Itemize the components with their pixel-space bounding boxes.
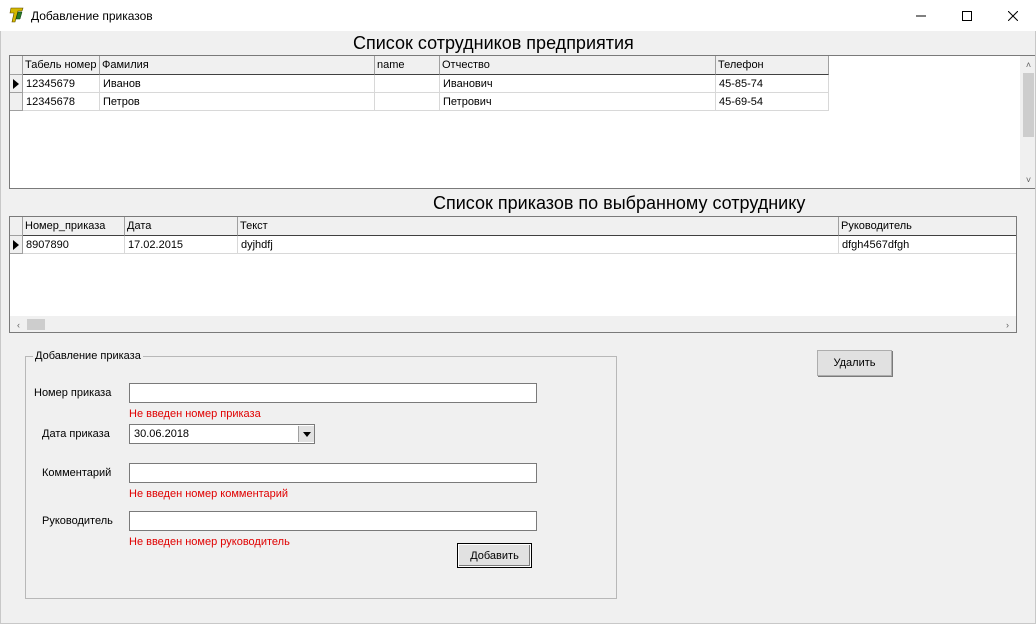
- manager-label: Руководитель: [42, 515, 113, 527]
- table-row[interactable]: 8907890 17.02.2015 dyjhdfj dfgh4567dfgh: [10, 236, 1016, 254]
- add-button[interactable]: Добавить: [457, 543, 532, 568]
- scroll-down-icon[interactable]: ˅: [1020, 171, 1035, 188]
- order-number-label: Номер приказа: [34, 387, 112, 399]
- row-indicator: [10, 236, 23, 254]
- app-icon: [9, 7, 25, 23]
- scroll-thumb[interactable]: [27, 319, 45, 330]
- table-cell[interactable]: dfgh4567dfgh: [839, 236, 1016, 254]
- title-bar: [0, 0, 1036, 31]
- employees-vertical-scrollbar[interactable]: ˄ ˅: [1020, 56, 1035, 188]
- column-header[interactable]: Фамилия: [100, 56, 375, 75]
- table-cell[interactable]: Петров: [100, 93, 375, 111]
- date-dropdown-button[interactable]: [298, 426, 314, 442]
- column-header[interactable]: Дата: [125, 217, 238, 236]
- current-row-icon: [13, 78, 19, 89]
- table-cell[interactable]: 17.02.2015: [125, 236, 238, 254]
- column-header[interactable]: Текст: [238, 217, 839, 236]
- table-cell[interactable]: dyjhdfj: [238, 236, 839, 254]
- current-row-icon: [13, 239, 19, 250]
- column-header[interactable]: Номер_приказа: [23, 217, 125, 236]
- table-cell[interactable]: [375, 75, 440, 93]
- column-header[interactable]: Руководитель: [839, 217, 1016, 236]
- close-icon: [1008, 10, 1018, 21]
- table-row[interactable]: 12345679 Иванов Иванович 45-85-74: [10, 75, 829, 93]
- table-cell[interactable]: 45-85-74: [716, 75, 829, 93]
- row-indicator-header: [10, 56, 23, 75]
- column-header[interactable]: Отчество: [440, 56, 716, 75]
- column-header[interactable]: Телефон: [716, 56, 829, 75]
- minimize-button[interactable]: [898, 0, 944, 31]
- delete-button[interactable]: Удалить: [817, 350, 892, 376]
- employees-header-row: Табель номер Фамилия name Отчество Телеф…: [10, 56, 829, 75]
- table-cell[interactable]: 8907890: [23, 236, 125, 254]
- row-indicator: [10, 93, 23, 111]
- manager-input[interactable]: [129, 511, 537, 531]
- minimize-icon: [916, 15, 926, 16]
- scroll-right-icon[interactable]: ›: [999, 316, 1016, 332]
- scroll-up-icon[interactable]: ˄: [1020, 56, 1035, 73]
- orders-header-row: Номер_приказа Дата Текст Руководитель: [10, 217, 1016, 236]
- table-cell[interactable]: 12345679: [23, 75, 100, 93]
- orders-horizontal-scrollbar[interactable]: ‹ ›: [10, 316, 1016, 332]
- order-number-error: Не введен номер приказа: [129, 408, 261, 420]
- maximize-button[interactable]: [944, 0, 990, 31]
- manager-error: Не введен номер руководитель: [129, 536, 290, 548]
- comment-label: Комментарий: [42, 467, 112, 479]
- table-cell[interactable]: Иванович: [440, 75, 716, 93]
- maximize-icon: [962, 10, 972, 21]
- employees-grid[interactable]: Табель номер Фамилия name Отчество Телеф…: [9, 55, 1036, 189]
- order-date-picker[interactable]: 30.06.2018: [129, 424, 315, 444]
- table-cell[interactable]: 45-69-54: [716, 93, 829, 111]
- row-indicator: [10, 75, 23, 93]
- row-indicator-header: [10, 217, 23, 236]
- order-date-value: 30.06.2018: [134, 428, 190, 440]
- comment-input[interactable]: [129, 463, 537, 483]
- column-header[interactable]: name: [375, 56, 440, 75]
- table-row[interactable]: 12345678 Петров Петрович 45-69-54: [10, 93, 829, 111]
- table-cell[interactable]: 12345678: [23, 93, 100, 111]
- chevron-down-icon: [302, 431, 311, 437]
- add-order-group-title: Добавление приказа: [33, 350, 143, 362]
- orders-grid[interactable]: Номер_приказа Дата Текст Руководитель 89…: [9, 216, 1017, 333]
- order-number-input[interactable]: [129, 383, 537, 403]
- close-button[interactable]: [990, 0, 1036, 31]
- table-cell[interactable]: Петрович: [440, 93, 716, 111]
- window-title: Добавление приказов: [31, 9, 153, 23]
- order-date-label: Дата приказа: [42, 428, 110, 440]
- orders-heading: Список приказов по выбранному сотруднику: [433, 193, 806, 213]
- scroll-thumb[interactable]: [1023, 73, 1034, 137]
- comment-error: Не введен номер комментарий: [129, 488, 289, 500]
- scroll-left-icon[interactable]: ‹: [10, 316, 27, 332]
- table-cell[interactable]: [375, 93, 440, 111]
- employees-heading: Список сотрудников предприятия: [353, 33, 634, 53]
- table-cell[interactable]: Иванов: [100, 75, 375, 93]
- column-header[interactable]: Табель номер: [23, 56, 100, 75]
